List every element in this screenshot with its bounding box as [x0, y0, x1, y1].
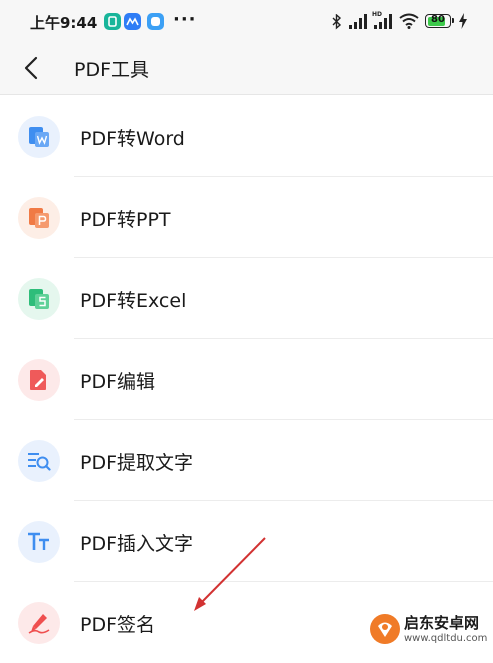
- app-header: PDF工具: [0, 44, 493, 95]
- edit-doc-icon: [18, 359, 60, 401]
- watermark: 启东安卓网 www.qdltdu.com: [366, 606, 493, 654]
- tool-label: PDF签名: [80, 614, 156, 636]
- word-doc-icon: [18, 116, 60, 158]
- tool-pdf-to-word[interactable]: PDF转Word: [0, 96, 493, 177]
- app-notification-icon: [147, 13, 164, 30]
- more-notifications-icon: ···: [173, 9, 197, 30]
- page-title: PDF工具: [74, 59, 150, 81]
- status-time: 上午9:44: [30, 14, 98, 32]
- app-notification-icon: [124, 13, 141, 30]
- back-button[interactable]: [16, 52, 48, 84]
- chevron-left-icon: [24, 56, 38, 80]
- tool-label: PDF转Word: [80, 128, 185, 150]
- tool-pdf-extract-text[interactable]: PDF提取文字: [0, 420, 493, 501]
- tool-label: PDF编辑: [80, 371, 156, 393]
- tool-pdf-edit[interactable]: PDF编辑: [0, 339, 493, 420]
- signal-icon: [349, 14, 367, 29]
- wifi-icon: [399, 13, 419, 29]
- tool-label: PDF转PPT: [80, 209, 171, 231]
- battery-icon: 80: [425, 14, 454, 28]
- excel-doc-icon: [18, 278, 60, 320]
- watermark-logo-icon: [370, 614, 400, 644]
- tool-pdf-to-excel[interactable]: PDF转Excel: [0, 258, 493, 339]
- battery-level: 80: [431, 14, 445, 25]
- status-bar: 上午9:44 ··· HD 80: [0, 0, 493, 44]
- hd-signal-icon: HD: [372, 11, 392, 29]
- svg-text:HD: HD: [372, 11, 382, 18]
- bluetooth-icon: [332, 14, 342, 30]
- watermark-text: 启东安卓网: [404, 614, 480, 632]
- ppt-doc-icon: [18, 197, 60, 239]
- tool-pdf-insert-text[interactable]: PDF插入文字: [0, 501, 493, 582]
- tool-pdf-to-ppt[interactable]: PDF转PPT: [0, 177, 493, 258]
- insert-text-icon: [18, 521, 60, 563]
- app-notification-icon: [104, 13, 121, 30]
- signature-pen-icon: [18, 602, 60, 644]
- tool-label: PDF插入文字: [80, 533, 194, 555]
- watermark-url: www.qdltdu.com: [404, 633, 488, 644]
- tool-label: PDF转Excel: [80, 290, 187, 312]
- charging-icon: [459, 13, 467, 29]
- tool-label: PDF提取文字: [80, 452, 194, 474]
- extract-text-icon: [18, 440, 60, 482]
